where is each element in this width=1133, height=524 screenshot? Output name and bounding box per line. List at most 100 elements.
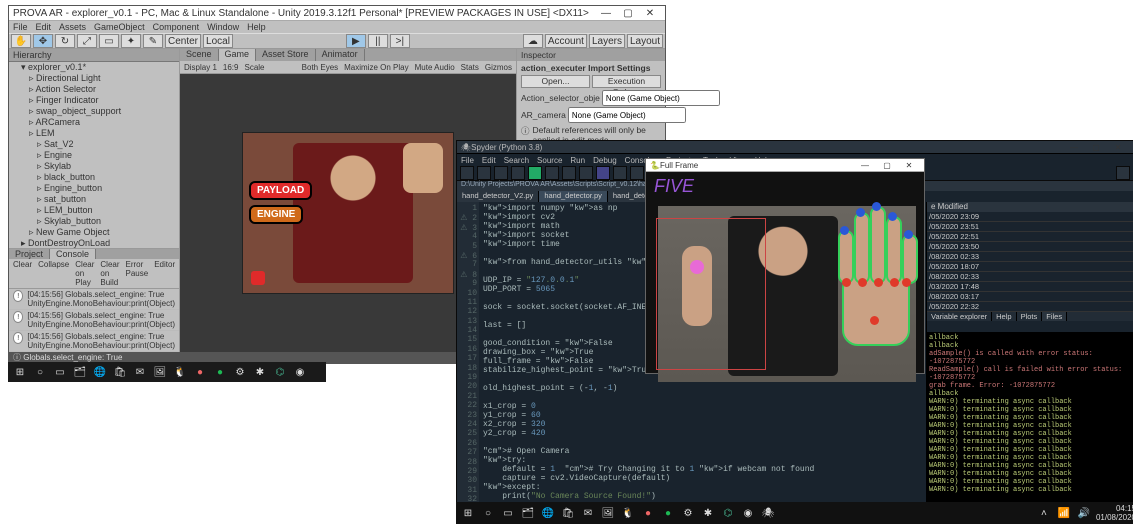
- maximize-icon[interactable]: ▢: [876, 159, 898, 171]
- tab-assetstore[interactable]: Asset Store: [256, 49, 316, 61]
- debug-icon[interactable]: [596, 166, 610, 180]
- menu-window[interactable]: Window: [207, 22, 239, 32]
- tab-scene[interactable]: Scene: [180, 49, 219, 61]
- file-row[interactable]: /05/2020 23:51: [927, 222, 1133, 232]
- menu-search[interactable]: Search: [504, 156, 529, 165]
- hierarchy-item[interactable]: ▹ sat_button: [9, 194, 179, 205]
- console-opt[interactable]: Error Pause: [126, 260, 149, 287]
- menu-help[interactable]: Help: [247, 22, 266, 32]
- save-file-icon[interactable]: [494, 166, 508, 180]
- rotate-tool-icon[interactable]: ↻: [55, 34, 75, 48]
- hierarchy-item[interactable]: ▹ black_button: [9, 172, 179, 183]
- move-tool-icon[interactable]: ✥: [33, 34, 53, 48]
- files-list[interactable]: /05/2020 23:09/05/2020 23:51/05/2020 22:…: [927, 212, 1133, 312]
- mail-icon[interactable]: ✉: [132, 364, 148, 380]
- menu-run[interactable]: Run: [570, 156, 585, 165]
- taskview-icon[interactable]: ▭: [500, 505, 516, 521]
- console-body[interactable]: ![04:15:56] Globals.select_engine: TrueU…: [9, 289, 179, 352]
- gizmos-toggle[interactable]: Gizmos: [485, 63, 512, 72]
- console-line[interactable]: ![04:15:56] Globals.select_engine: TrueU…: [9, 289, 179, 310]
- botheyes-toggle[interactable]: Both Eyes: [302, 63, 338, 72]
- hierarchy-item[interactable]: ▹ Skylab_button: [9, 216, 179, 227]
- file-row[interactable]: /03/2020 17:48: [927, 282, 1133, 292]
- settings-icon[interactable]: ⚙: [680, 505, 696, 521]
- menu-component[interactable]: Component: [153, 22, 200, 32]
- fullframe-titlebar[interactable]: 🐍 Full Frame — ▢ ✕: [646, 159, 924, 172]
- file-row[interactable]: /05/2020 22:32: [927, 302, 1133, 312]
- hand-tool-icon[interactable]: ✋: [11, 34, 31, 48]
- menu-file[interactable]: File: [13, 22, 28, 32]
- tab-game[interactable]: Game: [219, 49, 257, 61]
- windows-taskbar-right[interactable]: ⊞ ○ ▭ 🗂 🌐 🛍 ✉ 🖼 🐧 ● ● ⚙ ✱ ⌬ ◉ 🕷 ˄ 📶 🔊 04…: [456, 502, 1133, 524]
- edge-icon[interactable]: 🌐: [540, 505, 556, 521]
- wifi-icon[interactable]: 📶: [1056, 505, 1072, 521]
- close-icon[interactable]: ✕: [639, 7, 661, 19]
- collab-icon[interactable]: ☁: [523, 34, 543, 48]
- unity-icon[interactable]: ◉: [292, 364, 308, 380]
- open-button[interactable]: Open...: [521, 75, 590, 88]
- mute-toggle[interactable]: Mute Audio: [415, 63, 455, 72]
- console-opt[interactable]: Clear: [13, 260, 32, 287]
- spyder-titlebar[interactable]: 🕷 Spyder (Python 3.8) — ▢ ✕: [457, 141, 1133, 154]
- stepover-icon[interactable]: [613, 166, 627, 180]
- firefox-icon[interactable]: ●: [192, 364, 208, 380]
- console-opt[interactable]: Clear on Play: [75, 260, 94, 287]
- file-row[interactable]: /08/2020 03:17: [927, 292, 1133, 302]
- editor-tab[interactable]: hand_detector_V2.py: [457, 191, 539, 202]
- spotify-icon[interactable]: ●: [660, 505, 676, 521]
- file-row[interactable]: /05/2020 18:07: [927, 262, 1133, 272]
- hierarchy-item[interactable]: ▹ Skylab: [9, 161, 179, 172]
- panel-tab[interactable]: Files: [1042, 312, 1067, 321]
- taskview-icon[interactable]: ▭: [52, 364, 68, 380]
- menu-edit[interactable]: Edit: [36, 22, 52, 32]
- object-field[interactable]: [568, 107, 686, 123]
- file-row[interactable]: /05/2020 23:50: [927, 242, 1133, 252]
- hierarchy-item[interactable]: ▹ Engine: [9, 150, 179, 161]
- play-button[interactable]: ▶: [346, 34, 366, 48]
- file-row[interactable]: /05/2020 22:51: [927, 232, 1133, 242]
- slack-icon[interactable]: ✱: [700, 505, 716, 521]
- tab-console[interactable]: Console: [50, 249, 96, 259]
- account-menu[interactable]: Account: [545, 34, 587, 48]
- run-icon[interactable]: [528, 166, 542, 180]
- file-row[interactable]: /08/2020 02:33: [927, 252, 1133, 262]
- photos-icon[interactable]: 🖼: [152, 364, 168, 380]
- runselection-icon[interactable]: [579, 166, 593, 180]
- scale-tool-icon[interactable]: ⤢: [77, 34, 97, 48]
- console-line[interactable]: ![04:15:56] Globals.select_engine: TrueU…: [9, 331, 179, 352]
- search-icon[interactable]: ○: [480, 505, 496, 521]
- menu-gameobject[interactable]: GameObject: [94, 22, 145, 32]
- menu-assets[interactable]: Assets: [59, 22, 86, 32]
- panel-tab[interactable]: Help: [992, 312, 1016, 321]
- start-icon[interactable]: ⊞: [460, 505, 476, 521]
- menu-edit[interactable]: Edit: [482, 156, 496, 165]
- hierarchy-item[interactable]: ▹ LEM: [9, 128, 179, 139]
- vscode-icon[interactable]: ⌬: [272, 364, 288, 380]
- inspector-tab[interactable]: Inspector: [517, 49, 665, 61]
- spotify-icon[interactable]: ●: [212, 364, 228, 380]
- file-row[interactable]: /08/2020 02:33: [927, 272, 1133, 282]
- pivot-center[interactable]: Center: [165, 34, 201, 48]
- open-file-icon[interactable]: [477, 166, 491, 180]
- stats-toggle[interactable]: Stats: [461, 63, 479, 72]
- edge-icon[interactable]: 🌐: [92, 364, 108, 380]
- console-opt[interactable]: Collapse: [38, 260, 69, 287]
- runcellnext-icon[interactable]: [562, 166, 576, 180]
- ipython-console[interactable]: allbackallbackadSample() is called with …: [927, 332, 1133, 503]
- spyder-taskbar-icon[interactable]: 🕷: [760, 505, 776, 521]
- editor-tab[interactable]: hand_detector.py: [539, 191, 608, 202]
- console-opt[interactable]: Clear on Build: [100, 260, 119, 287]
- execorder-button[interactable]: Execution Order...: [592, 75, 661, 88]
- explorer-icon[interactable]: 🗂: [72, 364, 88, 380]
- hierarchy-tab[interactable]: Hierarchy: [9, 49, 179, 62]
- windows-taskbar-left[interactable]: ⊞ ○ ▭ 🗂 🌐 🛍 ✉ 🖼 🐧 ● ● ⚙ ✱ ⌬ ◉: [8, 362, 326, 382]
- hierarchy-item[interactable]: ▹ Finger Indicator: [9, 95, 179, 106]
- menu-debug[interactable]: Debug: [593, 156, 617, 165]
- slack-icon[interactable]: ✱: [252, 364, 268, 380]
- linux-icon[interactable]: 🐧: [172, 364, 188, 380]
- console-line[interactable]: ![04:15:56] Globals.select_engine: TrueU…: [9, 310, 179, 331]
- hierarchy-tree[interactable]: ▾ explorer_v0.1* ▹ Directional Light▹ Ac…: [9, 62, 179, 248]
- aspect-dropdown[interactable]: 16:9: [223, 63, 239, 72]
- layout-menu[interactable]: Layout: [627, 34, 663, 48]
- store-icon[interactable]: 🛍: [112, 364, 128, 380]
